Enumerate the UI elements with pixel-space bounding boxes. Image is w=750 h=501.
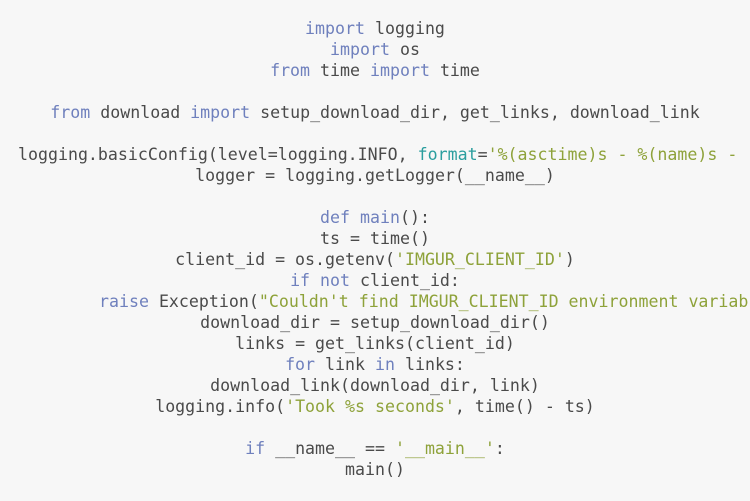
module-name: logging [365, 19, 445, 38]
loop-variable: link [315, 355, 375, 374]
keyword-import: import [370, 61, 430, 80]
colon: : [494, 439, 505, 458]
code-line-if-name-main: if __name__ == '__main__': [0, 438, 750, 459]
code-line-from-time: from time import time [0, 60, 750, 81]
code-line-raise: raise Exception("Couldn't find IMGUR_CLI… [0, 291, 750, 312]
keyword-from: from [50, 103, 91, 122]
code-line-main-call: main() [0, 459, 750, 480]
imported-names: setup_download_dir, get_links, download_… [250, 103, 700, 122]
keyword-def: def [320, 208, 351, 227]
statement: ts = time() [320, 229, 430, 248]
keyword-for: for [285, 355, 316, 374]
string-literal: "Couldn't find IMGUR_CLIENT_ID environme… [258, 292, 749, 311]
condition: client_id: [350, 271, 460, 290]
exception-call: Exception( [148, 292, 259, 311]
code-line-def-main: def main(): [0, 207, 750, 228]
module-name: download [90, 103, 191, 122]
string-literal: '%(asctime)s - %(name)s - [487, 145, 738, 164]
keyword-if: if [290, 271, 311, 290]
keyword-raise: raise [99, 292, 149, 311]
code-line-import-logging: import logging [0, 18, 750, 39]
code-view: import logging import os from time impor… [0, 0, 750, 501]
closing-paren: ) [564, 250, 575, 269]
comparison: __name__ == [265, 439, 395, 458]
code-line-logger: logger = logging.getLogger(__name__) [0, 165, 750, 186]
code-line-logging-info: logging.info('Took %s seconds', time() -… [0, 396, 750, 417]
string-literal: 'IMGUR_CLIENT_ID' [394, 250, 565, 269]
module-name: time [310, 61, 370, 80]
code-line-from-download: from download import setup_download_dir,… [0, 102, 750, 123]
call-expression: logging.basicConfig(level=logging.INFO, [18, 145, 418, 164]
string-literal: '__main__' [394, 439, 495, 458]
statement: links = get_links(client_id) [235, 334, 515, 353]
module-name: os [389, 40, 420, 59]
keyword-import: import [305, 19, 365, 38]
keyword-in: in [375, 355, 395, 374]
code-line-for-loop: for link in links: [0, 354, 750, 375]
call-expression: logging.info( [155, 397, 286, 416]
keyword-import: import [190, 103, 251, 122]
code-line-ts: ts = time() [0, 228, 750, 249]
keyword-argument: format [417, 145, 478, 164]
statement: download_dir = setup_download_dir() [200, 313, 550, 332]
call-args: , time() - ts) [454, 397, 595, 416]
statement: main() [345, 460, 405, 479]
code-line-import-os: import os [0, 39, 750, 60]
code-line-client-id: client_id = os.getenv('IMGUR_CLIENT_ID') [0, 249, 750, 270]
equals-sign: = [477, 145, 488, 164]
code-line-download-dir: download_dir = setup_download_dir() [0, 312, 750, 333]
function-name: main [360, 208, 400, 227]
string-literal: 'Took %s seconds' [285, 397, 455, 416]
code-line-links: links = get_links(client_id) [0, 333, 750, 354]
keyword-from: from [270, 61, 311, 80]
keyword-if: if [245, 439, 266, 458]
signature: (): [399, 208, 430, 227]
code-line-basic-config: logging.basicConfig(level=logging.INFO, … [0, 144, 750, 165]
keyword-import: import [330, 40, 390, 59]
iterable: links: [394, 355, 465, 374]
statement: logger = logging.getLogger(__name__) [195, 166, 555, 185]
code-line-if-not: if not client_id: [0, 270, 750, 291]
call-expression: client_id = os.getenv( [175, 250, 395, 269]
keyword-not: not [310, 271, 351, 290]
imported-name: time [429, 61, 480, 80]
statement: download_link(download_dir, link) [210, 376, 540, 395]
code-line-download-link: download_link(download_dir, link) [0, 375, 750, 396]
